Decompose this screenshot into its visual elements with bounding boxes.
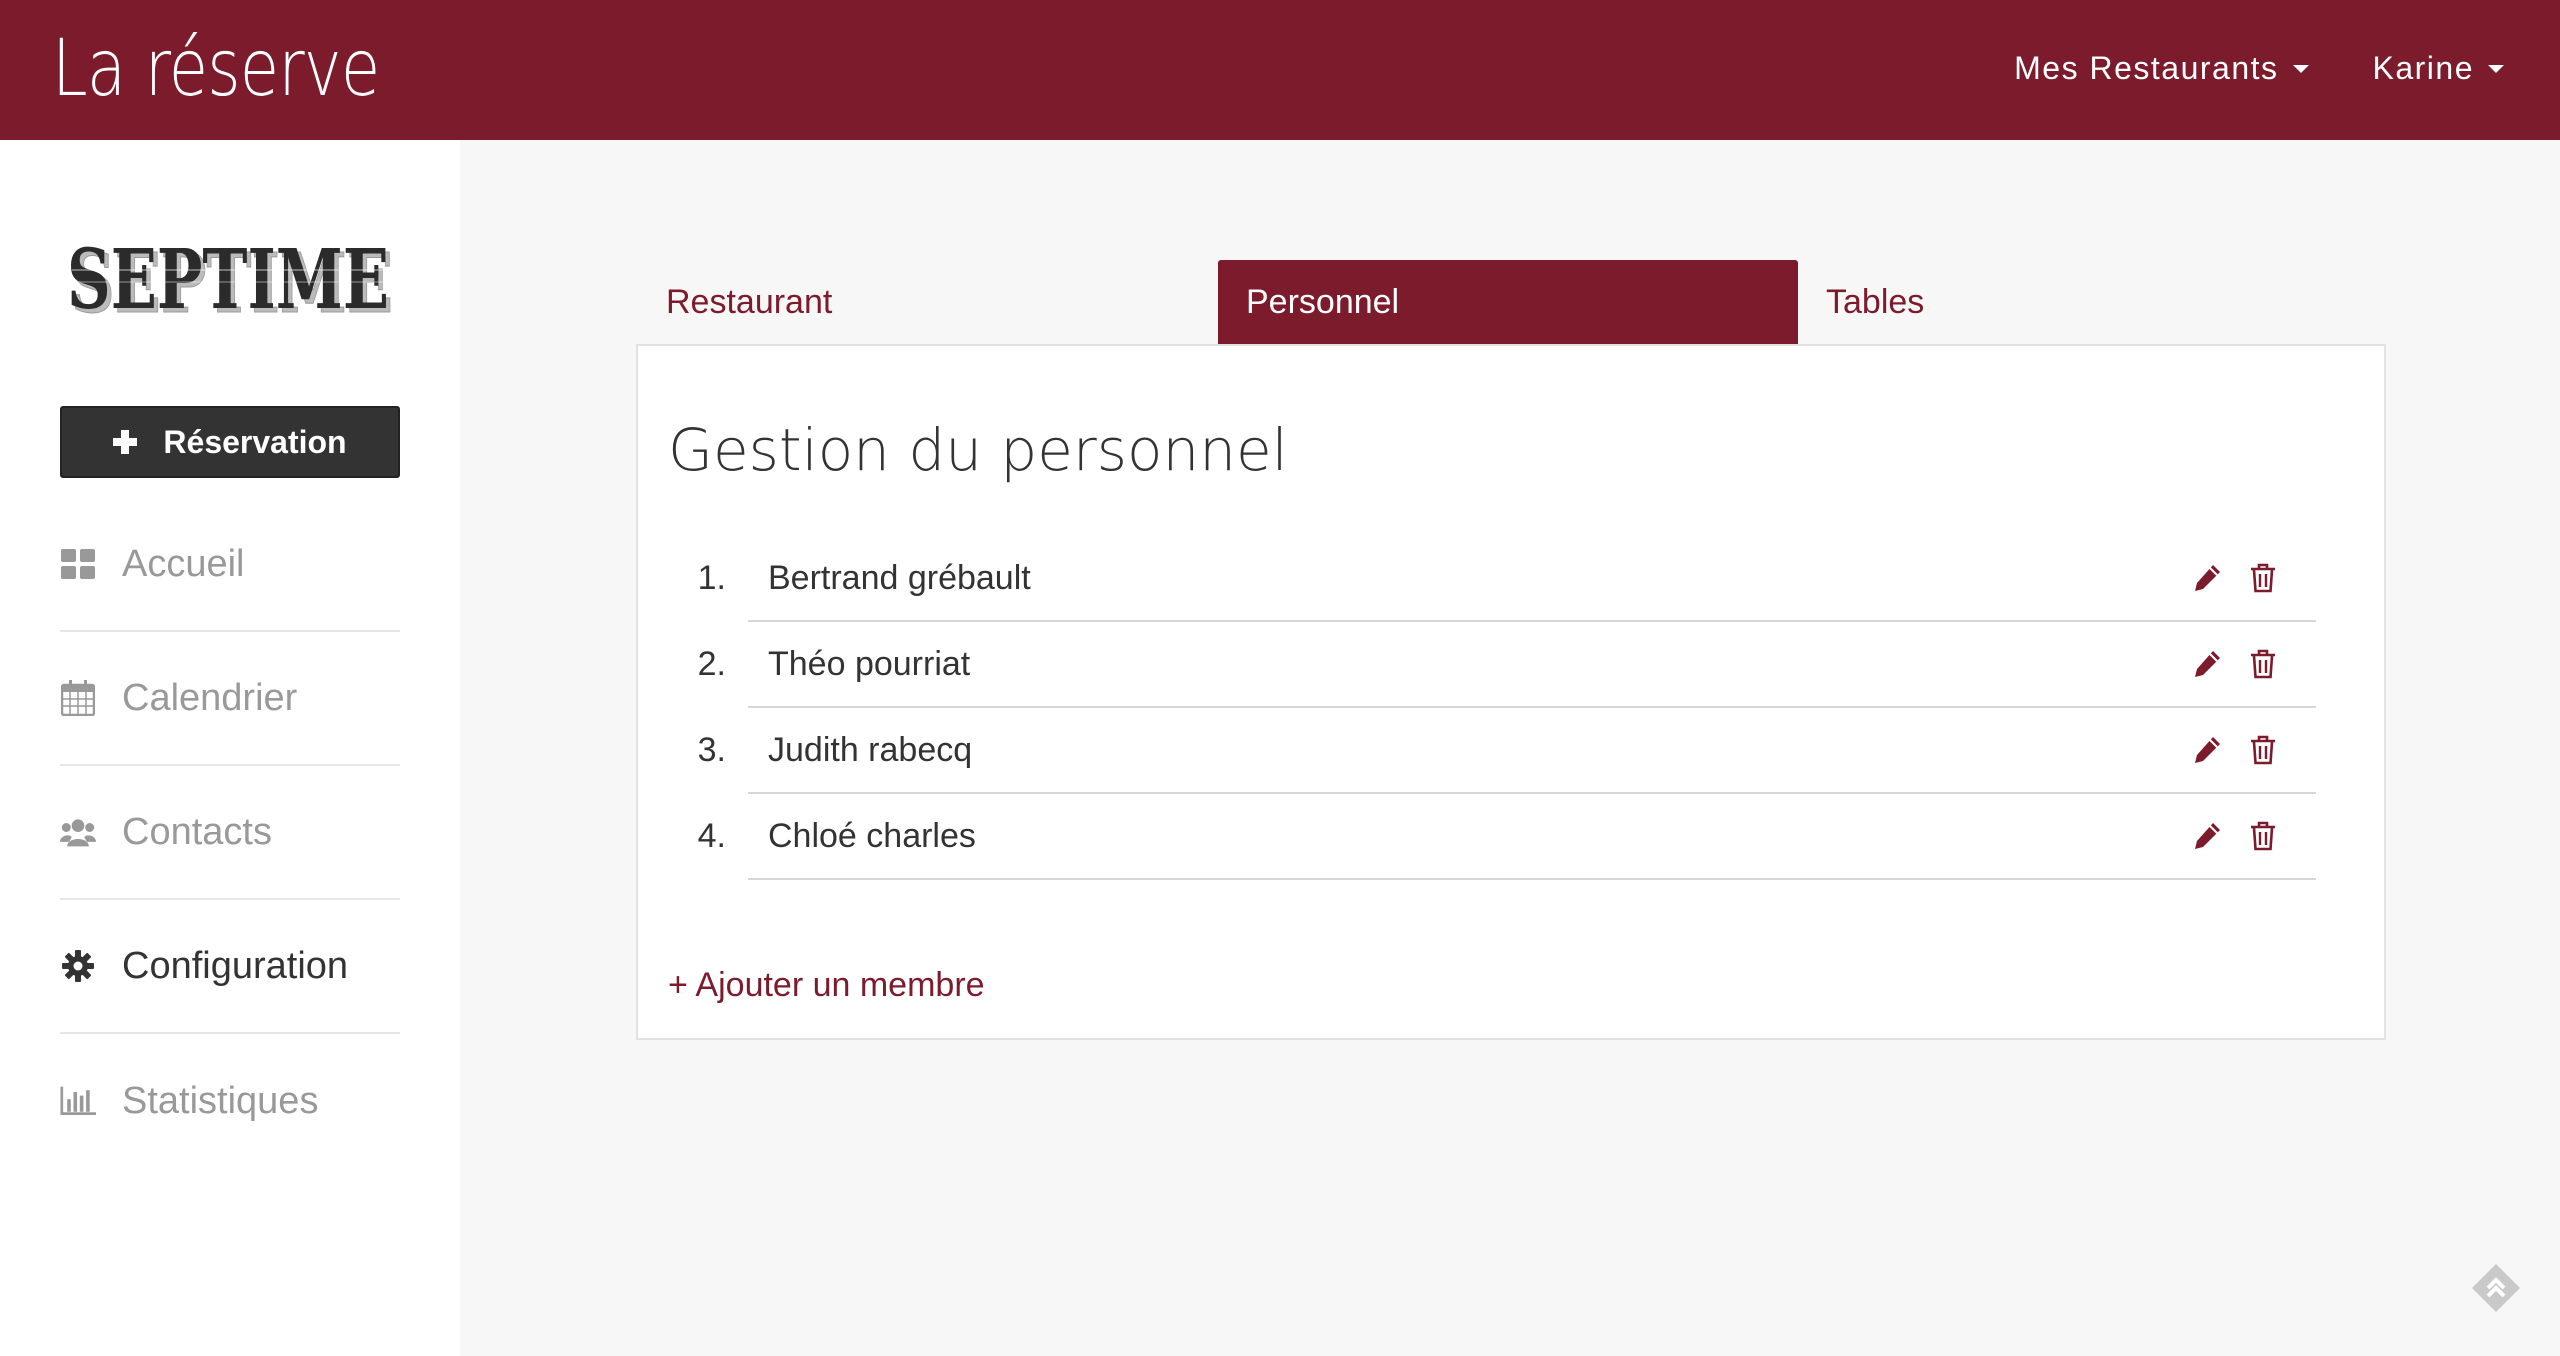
restaurant-logo: SEPTIME SEPTIME xyxy=(62,230,394,333)
delete-trash-icon[interactable] xyxy=(2246,647,2280,681)
staff-row: 2. Théo pourriat xyxy=(698,622,2316,708)
top-bar: La réserve Mes Restaurants Karine xyxy=(0,0,2560,140)
edit-pencil-icon[interactable] xyxy=(2190,819,2224,853)
delete-trash-icon[interactable] xyxy=(2246,561,2280,595)
sidebar-item-accueil[interactable]: Accueil xyxy=(60,498,400,632)
restaurants-dropdown[interactable]: Mes Restaurants xyxy=(2014,50,2309,87)
add-member-link[interactable]: + Ajouter un membre xyxy=(668,966,985,1005)
staff-number: 1. xyxy=(697,558,726,597)
edit-pencil-icon[interactable] xyxy=(2190,733,2224,767)
staff-name: Théo pourriat xyxy=(768,644,971,683)
sidebar-nav: Accueil Calendrier Contacts Configuratio… xyxy=(60,498,400,1168)
edit-pencil-icon[interactable] xyxy=(2190,647,2224,681)
top-nav: Mes Restaurants Karine xyxy=(2014,50,2504,87)
sidebar-item-label: Contacts xyxy=(122,810,272,853)
staff-number: 2. xyxy=(697,644,726,683)
bar-chart-icon xyxy=(60,1083,96,1119)
staff-number: 3. xyxy=(697,730,726,769)
sidebar-item-label: Calendrier xyxy=(122,676,298,719)
row-actions xyxy=(2190,819,2280,853)
staff-panel: Gestion du personnel 1. Bertrand grébaul… xyxy=(636,344,2386,1040)
panel-title: Gestion du personnel xyxy=(668,416,1288,484)
tab-label: Restaurant xyxy=(666,282,833,321)
edit-pencil-icon[interactable] xyxy=(2190,561,2224,595)
plus-icon xyxy=(113,430,138,454)
staff-number: 4. xyxy=(697,816,726,855)
tab-label: Tables xyxy=(1826,282,1925,321)
svg-text:SEPTIME: SEPTIME xyxy=(67,232,389,326)
tab-personnel[interactable]: Personnel xyxy=(1218,260,1798,344)
tab-label: Personnel xyxy=(1246,282,1400,321)
app-brand[interactable]: La réserve xyxy=(52,24,380,114)
row-actions xyxy=(2190,733,2280,767)
caret-down-icon xyxy=(2488,64,2504,73)
staff-list: 1. Bertrand grébault 2. Théo pourriat 3.… xyxy=(698,536,2316,880)
sidebar-item-calendrier[interactable]: Calendrier xyxy=(60,632,400,766)
gear-icon xyxy=(60,948,96,984)
dashboard-icon xyxy=(60,546,96,582)
sidebar-item-statistiques[interactable]: Statistiques xyxy=(60,1034,400,1168)
row-actions xyxy=(2190,561,2280,595)
sidebar-item-label: Accueil xyxy=(122,542,245,585)
feedback-icon[interactable] xyxy=(2470,1262,2522,1314)
staff-name: Judith rabecq xyxy=(768,730,973,769)
sidebar-item-label: Statistiques xyxy=(122,1079,319,1122)
staff-name: Chloé charles xyxy=(768,816,976,855)
staff-name: Bertrand grébault xyxy=(768,558,1031,597)
sidebar-item-label: Configuration xyxy=(122,944,349,987)
user-dropdown[interactable]: Karine xyxy=(2372,50,2504,87)
staff-row: 3. Judith rabecq xyxy=(698,708,2316,794)
tab-tables[interactable]: Tables xyxy=(1798,260,2386,344)
restaurants-dropdown-label: Mes Restaurants xyxy=(2014,50,2279,86)
user-dropdown-label: Karine xyxy=(2372,50,2474,86)
add-reservation-label: Réservation xyxy=(163,423,347,460)
sidebar: SEPTIME SEPTIME Réservation Accueil Cale… xyxy=(0,140,460,1356)
tab-restaurant[interactable]: Restaurant xyxy=(638,260,1218,344)
config-tabs: Restaurant Personnel Tables xyxy=(638,260,2386,344)
delete-trash-icon[interactable] xyxy=(2246,733,2280,767)
row-actions xyxy=(2190,647,2280,681)
staff-row: 4. Chloé charles xyxy=(698,794,2316,880)
add-reservation-button[interactable]: Réservation xyxy=(60,406,400,478)
calendar-icon xyxy=(60,680,96,716)
delete-trash-icon[interactable] xyxy=(2246,819,2280,853)
sidebar-item-contacts[interactable]: Contacts xyxy=(60,766,400,900)
sidebar-item-configuration[interactable]: Configuration xyxy=(60,900,400,1034)
caret-down-icon xyxy=(2292,64,2309,73)
staff-row: 1. Bertrand grébault xyxy=(698,536,2316,622)
users-icon xyxy=(60,814,96,850)
